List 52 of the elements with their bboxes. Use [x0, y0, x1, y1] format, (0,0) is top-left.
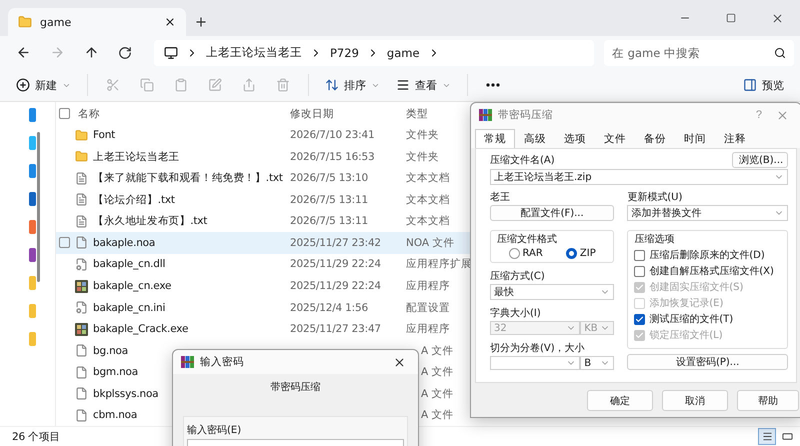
file-name: bakaple_Crack.exe: [93, 323, 188, 336]
file-type: A 文件: [421, 408, 454, 422]
file-date: 2025/12/4 1:56: [290, 302, 368, 314]
file-type: 文本文档: [406, 171, 450, 186]
file-name: bg.noa: [93, 344, 128, 357]
group-label: 压缩选项: [634, 232, 676, 246]
group-label: 压缩文件格式: [497, 232, 558, 246]
file-type: 文件夹: [406, 150, 439, 164]
file-date: 2025/11/27 23:42: [290, 236, 381, 249]
file-date: 2025/11/29 22:24: [290, 280, 381, 292]
field-label: 老王: [490, 190, 511, 204]
file-date: 2026/7/10 23:41: [290, 129, 374, 142]
field-label: 更新模式(U): [627, 190, 684, 204]
file-name: Font: [93, 129, 116, 142]
field-label: 切分为分卷(V)，大小: [490, 342, 586, 355]
file-name: 上老王论坛当老王: [93, 150, 180, 164]
file-date: 2026/7/15 16:53: [290, 150, 374, 163]
file-date: 2026/7/5 13:11: [290, 215, 368, 228]
file-type: 应用程序: [406, 322, 450, 336]
file-date: 2025/11/27 23:47: [290, 323, 381, 336]
file-name: bkplssys.noa: [93, 388, 158, 400]
item-count: 26 个项目: [12, 430, 60, 444]
tab-title: game: [40, 16, 72, 28]
field-label: 压缩方式(C): [490, 270, 546, 283]
field-label: 输入密码(E): [187, 424, 242, 437]
file-date: 2026/7/5 13:10: [290, 172, 368, 184]
file-date: 2025/11/29 22:24: [290, 258, 381, 270]
dialog-subtitle: 带密码压缩: [270, 380, 320, 394]
file-name: bakaple_cn.exe: [93, 280, 172, 292]
file-name: 【论坛介绍】.txt: [93, 192, 175, 207]
file-name: bgm.noa: [93, 366, 138, 378]
dialog-title: 带密码压缩: [498, 108, 554, 122]
file-name: bakaple.noa: [93, 236, 156, 249]
file-name: cbm.noa: [93, 409, 138, 422]
file-name: bakaple_cn.dll: [93, 258, 166, 270]
file-type: 配置设置: [406, 300, 450, 315]
file-type: 应用程序扩展: [406, 257, 472, 272]
file-type: A 文件: [421, 365, 454, 380]
file-name: 【永久地址发布页】.txt: [93, 214, 208, 228]
file-type: NOA 文件: [406, 236, 454, 250]
dialog-title: 输入密码: [200, 355, 245, 369]
file-type: A 文件: [421, 344, 454, 358]
file-type: A 文件: [421, 386, 454, 401]
field-label: 字典大小(I): [490, 306, 542, 320]
field-label: 压缩文件名(A): [490, 154, 555, 167]
file-date: 2026/7/5 13:11: [290, 194, 368, 206]
file-type: 文本文档: [406, 214, 450, 228]
file-type: 应用程序: [406, 279, 450, 294]
file-type: 文本文档: [406, 192, 450, 207]
file-name: bakaple_cn.ini: [93, 302, 166, 314]
file-name: 【来了就能下载和观看！纯免费！】.txt: [93, 171, 283, 186]
file-type: 文件夹: [406, 128, 439, 142]
